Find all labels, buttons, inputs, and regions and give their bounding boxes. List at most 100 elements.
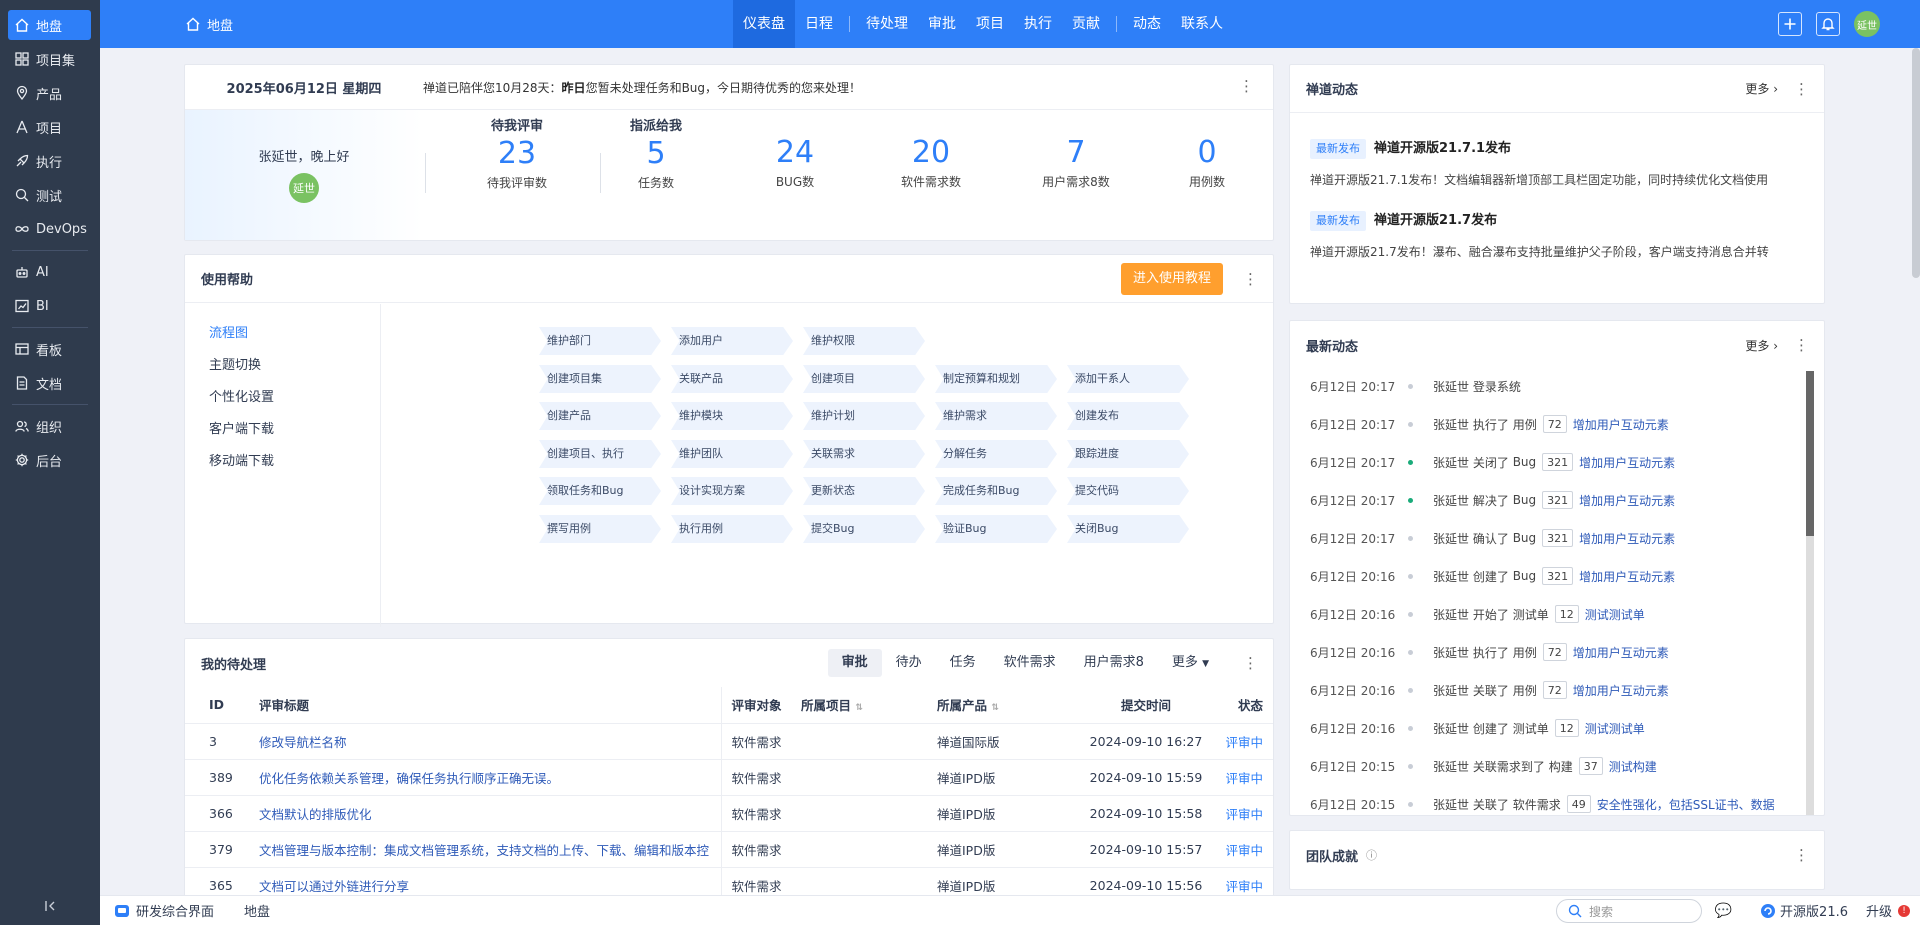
scrollbar-thumb[interactable] xyxy=(1806,371,1814,536)
more-menu-icon[interactable]: ⋮ xyxy=(1794,846,1809,864)
activity-object-link[interactable]: 测试测试单 xyxy=(1585,606,1645,623)
tab-dynamic[interactable]: 动态 xyxy=(1123,0,1171,48)
flow-step[interactable]: 关闭Bug xyxy=(1067,515,1189,543)
activity-scrollbar[interactable] xyxy=(1806,371,1814,815)
user-avatar[interactable]: 延世 xyxy=(1854,11,1880,37)
help-menu-client-download[interactable]: 客户端下载 xyxy=(185,414,380,446)
cell-title[interactable]: 文档默认的排版优化 xyxy=(241,795,722,832)
help-menu-theme[interactable]: 主题切换 xyxy=(185,350,380,382)
sidebar-item-program[interactable]: 项目集 xyxy=(8,44,91,74)
flow-step[interactable]: 创建项目、执行 xyxy=(539,440,661,468)
sidebar-item-execution[interactable]: 执行 xyxy=(8,146,91,176)
table-row[interactable]: 365 文档可以通过外链进行分享 软件需求 禅道IPD版 2024-09-10 15:5… xyxy=(185,867,1273,897)
sidebar-item-company[interactable]: 组织 xyxy=(8,411,91,441)
more-menu-icon[interactable]: ⋮ xyxy=(1794,80,1809,98)
stat-story[interactable]: 20 软件需求数 xyxy=(861,133,1001,190)
more-menu-icon[interactable]: ⋮ xyxy=(1243,270,1258,288)
more-menu-icon[interactable]: ⋮ xyxy=(1239,77,1254,95)
stat-case[interactable]: 0 用例数 xyxy=(1167,133,1247,190)
activity-object-link[interactable]: 增加用户互动元素 xyxy=(1573,682,1669,699)
flow-step[interactable]: 维护模块 xyxy=(671,402,793,430)
flow-step[interactable]: 维护计划 xyxy=(803,402,925,430)
todo-tab-approval[interactable]: 审批 xyxy=(827,649,882,677)
flow-step[interactable]: 维护需求 xyxy=(935,402,1057,430)
table-row[interactable]: 3 修改导航栏名称 软件需求 禅道国际版 2024-09-10 16:27 评审中 xyxy=(185,723,1273,760)
flow-step[interactable]: 完成任务和Bug xyxy=(935,477,1057,505)
todo-tab-story[interactable]: 软件需求 xyxy=(990,649,1070,677)
activity-object-link[interactable]: 增加用户互动元素 xyxy=(1579,492,1675,509)
cell-status[interactable]: 评审中 xyxy=(1205,723,1273,760)
page-scrollbar[interactable] xyxy=(1912,48,1920,278)
tab-dashboard[interactable]: 仪表盘 xyxy=(733,0,795,48)
todo-tab-todo[interactable]: 待办 xyxy=(882,649,936,677)
flow-step[interactable]: 维护部门 xyxy=(539,327,661,355)
activity-more-link[interactable]: 更多 › xyxy=(1745,337,1778,354)
flow-step[interactable]: 创建产品 xyxy=(539,402,661,430)
activity-object-link[interactable]: 增加用户互动元素 xyxy=(1579,568,1675,585)
cell-status[interactable]: 评审中 xyxy=(1205,867,1273,897)
tab-project[interactable]: 项目 xyxy=(966,0,1014,48)
flow-step[interactable]: 创建项目 xyxy=(803,365,925,393)
flow-step[interactable]: 创建项目集 xyxy=(539,365,661,393)
tab-todo[interactable]: 待处理 xyxy=(856,0,918,48)
sidebar-item-doc[interactable]: 文档 xyxy=(8,368,91,398)
notification-button[interactable] xyxy=(1816,12,1840,36)
sidebar-item-project[interactable]: 项目 xyxy=(8,112,91,142)
activity-object-link[interactable]: 增加用户互动元素 xyxy=(1573,644,1669,661)
flow-step[interactable]: 创建发布 xyxy=(1067,402,1189,430)
stat-review[interactable]: 待我评审 23 待我评审数 xyxy=(447,115,587,191)
upgrade-button[interactable]: 升级 ! xyxy=(1866,901,1910,920)
col-time[interactable]: 提交时间 xyxy=(1087,687,1205,724)
cell-title[interactable]: 文档管理与版本控制：集成文档管理系统，支持文档的上传、下载、编辑和版本控 xyxy=(241,831,722,868)
stat-task[interactable]: 指派给我 5 任务数 xyxy=(606,115,706,191)
tab-calendar[interactable]: 日程 xyxy=(795,0,843,48)
col-id[interactable]: ID xyxy=(185,687,241,724)
more-menu-icon[interactable]: ⋮ xyxy=(1794,336,1809,354)
flow-step[interactable]: 关联需求 xyxy=(803,440,925,468)
activity-object-link[interactable]: 测试构建 xyxy=(1609,758,1657,775)
table-row[interactable]: 389 优化任务依赖关系管理，确保任务执行顺序正确无误。 软件需求 禅道IPD版 202… xyxy=(185,759,1273,796)
sidebar-item-dashboard[interactable]: 地盘 xyxy=(8,10,91,40)
more-menu-icon[interactable]: ⋮ xyxy=(1243,654,1258,672)
stat-requirement[interactable]: 7 用户需求8数 xyxy=(1006,133,1146,190)
tab-contribute[interactable]: 贡献 xyxy=(1062,0,1110,48)
flow-step[interactable]: 执行用例 xyxy=(671,515,793,543)
flow-step[interactable]: 更新状态 xyxy=(803,477,925,505)
flow-step[interactable]: 提交代码 xyxy=(1067,477,1189,505)
news-item[interactable]: 最新发布 禅道开源版21.7发布 禅道开源版21.7发布！瀑布、融合瀑布支持批量维… xyxy=(1310,209,1810,260)
activity-object-link[interactable]: 安全性强化，包括SSL证书、数据 xyxy=(1597,796,1775,813)
flow-step[interactable]: 添加干系人 xyxy=(1067,365,1189,393)
help-menu-settings[interactable]: 个性化设置 xyxy=(185,382,380,414)
flow-step[interactable]: 关联产品 xyxy=(671,365,793,393)
cell-title[interactable]: 文档可以通过外链进行分享 xyxy=(241,867,722,897)
flow-step[interactable]: 领取任务和Bug xyxy=(539,477,661,505)
news-more-link[interactable]: 更多 › xyxy=(1745,80,1778,97)
flow-step[interactable]: 制定预算和规划 xyxy=(935,365,1057,393)
flow-step[interactable]: 设计实现方案 xyxy=(671,477,793,505)
col-project[interactable]: 所属项目 ⇅ xyxy=(801,687,937,724)
tab-contacts[interactable]: 联系人 xyxy=(1171,0,1233,48)
activity-object-link[interactable]: 增加用户互动元素 xyxy=(1579,530,1675,547)
todo-tab-requirement[interactable]: 用户需求8 xyxy=(1070,649,1158,677)
sidebar-item-ai[interactable]: AI xyxy=(8,257,91,287)
todo-tab-task[interactable]: 任务 xyxy=(936,649,990,677)
col-title[interactable]: 评审标题 xyxy=(241,687,722,724)
help-circle-icon[interactable]: ⓘ xyxy=(1366,847,1377,863)
help-menu-flowchart[interactable]: 流程图 xyxy=(185,318,380,350)
activity-object-link[interactable]: 增加用户互动元素 xyxy=(1573,416,1669,433)
chat-icon[interactable]: 💬 xyxy=(1715,903,1732,919)
flow-step[interactable]: 撰写用例 xyxy=(539,515,661,543)
cell-title[interactable]: 修改导航栏名称 xyxy=(241,723,722,760)
sidebar-item-kanban[interactable]: 看板 xyxy=(8,334,91,364)
sidebar-item-test[interactable]: 测试 xyxy=(8,180,91,210)
cell-title[interactable]: 优化任务依赖关系管理，确保任务执行顺序正确无误。 xyxy=(241,759,722,796)
flow-step[interactable]: 维护权限 xyxy=(803,327,925,355)
flow-step[interactable]: 分解任务 xyxy=(935,440,1057,468)
table-row[interactable]: 366 文档默认的排版优化 软件需求 禅道IPD版 2024-09-10 15:58 评审… xyxy=(185,795,1273,832)
footer-breadcrumb[interactable]: 地盘 xyxy=(244,901,270,920)
breadcrumb-home[interactable]: 地盘 xyxy=(185,15,233,34)
sidebar-item-devops[interactable]: DevOps xyxy=(8,214,91,244)
activity-object-link[interactable]: 测试测试单 xyxy=(1585,720,1645,737)
flow-step[interactable]: 跟踪进度 xyxy=(1067,440,1189,468)
todo-tab-more[interactable]: 更多 ▼ xyxy=(1158,649,1223,677)
